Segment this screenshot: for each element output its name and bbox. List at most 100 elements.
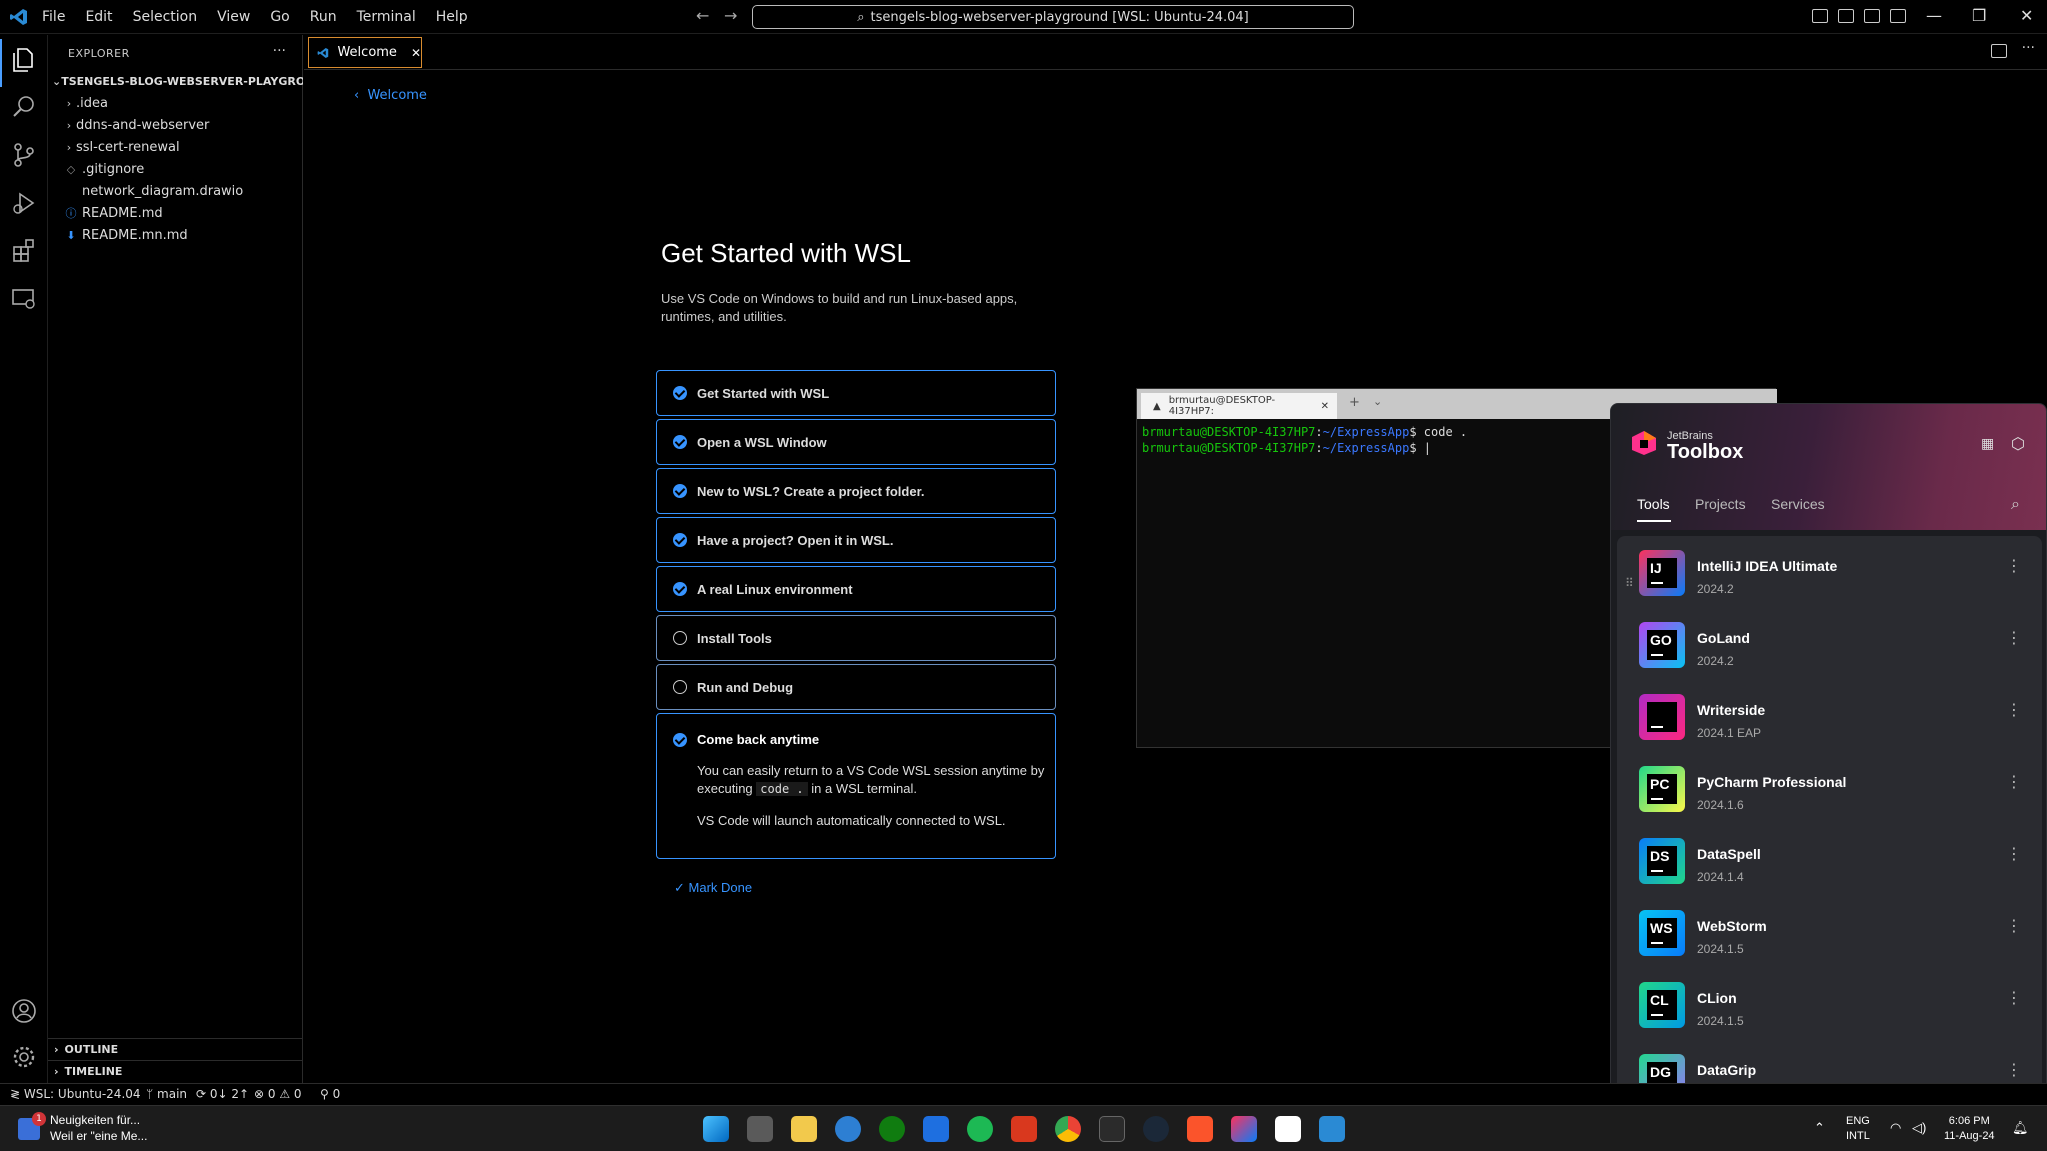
search-icon[interactable]: ⌕ <box>2011 494 2020 514</box>
chrome-icon[interactable] <box>1055 1116 1081 1142</box>
menu-terminal[interactable]: Terminal <box>347 9 426 25</box>
close-window-icon[interactable]: ✕ <box>2020 6 2033 25</box>
tree-item-readme-mn[interactable]: ⬇ README.mn.md <box>48 224 303 246</box>
toolbox-tool-row[interactable]: WS WebStorm 2024.1.5 ⋮ <box>1617 896 2042 968</box>
kebab-menu-icon[interactable]: ⋮ <box>2006 1060 2022 1079</box>
tree-item-ddns-and-webserver[interactable]: › ddns-and-webserver <box>48 114 303 136</box>
settings-hexagon-icon[interactable]: ⬡ <box>2011 434 2025 453</box>
menu-run[interactable]: Run <box>300 9 347 25</box>
ports-indicator[interactable]: ⚲ 0 <box>320 1087 340 1101</box>
kebab-menu-icon[interactable]: ⋮ <box>2006 916 2022 935</box>
terminal-app-icon[interactable] <box>1099 1116 1125 1142</box>
tree-item-gitignore[interactable]: ◇ .gitignore <box>48 158 303 180</box>
steam-icon[interactable] <box>1143 1116 1169 1142</box>
extensions-icon[interactable] <box>10 237 38 265</box>
clock[interactable]: 6:06 PM 11-Aug-24 <box>1944 1114 1995 1144</box>
search-view-icon[interactable] <box>10 93 38 121</box>
jetbrains-toolbox-taskbar-icon[interactable] <box>1231 1116 1257 1142</box>
toolbox-tool-row[interactable]: PC PyCharm Professional 2024.1.6 ⋮ <box>1617 752 2042 824</box>
vscode-taskbar-icon[interactable] <box>1319 1116 1345 1142</box>
back-arrow-icon[interactable]: ← <box>696 6 709 25</box>
document-app-icon[interactable] <box>1275 1116 1301 1142</box>
command-center-search[interactable]: ⌕ tsengels-blog-webserver-playground [WS… <box>752 5 1354 29</box>
language-indicator[interactable]: ENG INTL <box>1846 1114 1870 1144</box>
toggle-primary-sidebar-icon[interactable] <box>1812 9 1828 23</box>
volume-icon[interactable]: ◁) <box>1912 1120 1926 1135</box>
toolbox-tool-row[interactable]: CL CLion 2024.1.5 ⋮ <box>1617 968 2042 1040</box>
minimize-icon[interactable]: — <box>1926 6 1942 25</box>
menu-help[interactable]: Help <box>426 9 478 25</box>
remote-indicator[interactable]: ≷ WSL: Ubuntu-24.04 <box>10 1087 141 1101</box>
step-run-and-debug[interactable]: Run and Debug <box>656 664 1056 710</box>
spotify-icon[interactable] <box>967 1116 993 1142</box>
more-actions-icon[interactable]: ··· <box>273 43 286 59</box>
kebab-menu-icon[interactable]: ⋮ <box>2006 556 2022 575</box>
step-get-started[interactable]: Get Started with WSL <box>656 370 1056 416</box>
outline-section[interactable]: › OUTLINE <box>48 1038 303 1060</box>
customize-layout-icon[interactable] <box>1890 9 1906 23</box>
kebab-menu-icon[interactable]: ⋮ <box>2006 844 2022 863</box>
toolbox-tool-row[interactable]: IJ IntelliJ IDEA Ultimate 2024.2 ⋮ <box>1617 536 2042 608</box>
kebab-menu-icon[interactable]: ⋮ <box>2006 988 2022 1007</box>
sync-indicator[interactable]: ⟳ 0↓ 2↑ <box>196 1087 249 1101</box>
close-tab-icon[interactable]: ✕ <box>411 46 421 60</box>
restore-icon[interactable]: ❐ <box>1972 6 1986 25</box>
welcome-back-link[interactable]: ‹ Welcome <box>354 88 427 103</box>
brave-browser-icon[interactable] <box>1187 1116 1213 1142</box>
step-open-wsl-window[interactable]: Open a WSL Window <box>656 419 1056 465</box>
explorer-icon[interactable] <box>10 45 38 73</box>
timeline-section[interactable]: › TIMELINE <box>48 1060 303 1082</box>
chevron-up-icon[interactable]: ⌃ <box>1814 1120 1825 1135</box>
kebab-menu-icon[interactable]: ⋮ <box>2006 700 2022 719</box>
accounts-icon[interactable] <box>10 997 38 1025</box>
step-open-in-wsl[interactable]: Have a project? Open it in WSL. <box>656 517 1056 563</box>
menu-go[interactable]: Go <box>260 9 299 25</box>
tool-app-icon[interactable] <box>1011 1116 1037 1142</box>
kebab-menu-icon[interactable]: ⋮ <box>2006 628 2022 647</box>
toggle-panel-icon[interactable] <box>1838 9 1854 23</box>
forward-arrow-icon[interactable]: → <box>724 6 737 25</box>
step-install-tools[interactable]: Install Tools <box>656 615 1056 661</box>
tab-welcome[interactable]: Welcome ✕ <box>308 37 422 68</box>
menu-file[interactable]: File <box>32 9 75 25</box>
file-explorer-icon[interactable] <box>791 1116 817 1142</box>
tree-item-readme[interactable]: ⓘ README.md <box>48 202 303 224</box>
more-actions-icon[interactable]: ··· <box>2022 40 2035 56</box>
toolbox-tool-row[interactable]: Writerside 2024.1 EAP ⋮ <box>1617 680 2042 752</box>
toolbox-tool-row[interactable]: DS DataSpell 2024.1.4 ⋮ <box>1617 824 2042 896</box>
toolbox-tab-tools[interactable]: Tools <box>1637 496 1670 512</box>
step-linux-environment[interactable]: A real Linux environment <box>656 566 1056 612</box>
edge-browser-icon[interactable] <box>835 1116 861 1142</box>
split-editor-icon[interactable] <box>1991 44 2007 58</box>
menu-view[interactable]: View <box>207 9 260 25</box>
toolbox-tab-projects[interactable]: Projects <box>1695 496 1746 512</box>
news-widget[interactable]: Neuigkeiten für... Weil er "eine Me... <box>16 1112 186 1144</box>
mark-done-button[interactable]: ✓ Mark Done <box>674 880 752 896</box>
start-windows-icon[interactable] <box>703 1116 729 1142</box>
menu-selection[interactable]: Selection <box>123 9 208 25</box>
wifi-icon[interactable]: ◠ <box>1890 1120 1901 1135</box>
toggle-secondary-sidebar-icon[interactable] <box>1864 9 1880 23</box>
kebab-menu-icon[interactable]: ⋮ <box>2006 772 2022 791</box>
toolbox-tool-row[interactable]: GO GoLand 2024.2 ⋮ <box>1617 608 2042 680</box>
gift-icon[interactable]: ▦ <box>1981 436 1994 452</box>
manage-gear-icon[interactable] <box>10 1043 38 1071</box>
step-create-project-folder[interactable]: New to WSL? Create a project folder. <box>656 468 1056 514</box>
tree-item-idea[interactable]: › .idea <box>48 92 303 114</box>
source-control-icon[interactable] <box>10 141 38 169</box>
problems-indicator[interactable]: ⊗ 0 ⚠ 0 <box>254 1087 302 1101</box>
notification-bell-icon[interactable]: 🔔︎ <box>2012 1120 2029 1135</box>
branch-indicator[interactable]: ᛘ main <box>146 1087 187 1101</box>
workspace-root[interactable]: ⌄ TSENGELS-BLOG-WEBSERVER-PLAYGROUN... <box>48 70 303 92</box>
menu-edit[interactable]: Edit <box>75 9 122 25</box>
todo-app-icon[interactable] <box>923 1116 949 1142</box>
tree-item-ssl-cert-renewal[interactable]: › ssl-cert-renewal <box>48 136 303 158</box>
xbox-icon[interactable] <box>879 1116 905 1142</box>
run-debug-icon[interactable] <box>10 189 38 217</box>
vscode-logo-icon[interactable] <box>9 7 29 27</box>
step-come-back-anytime[interactable]: Come back anytime You can easily return … <box>656 713 1056 859</box>
task-view-icon[interactable] <box>747 1116 773 1142</box>
toolbox-tab-services[interactable]: Services <box>1771 496 1825 512</box>
remote-explorer-icon[interactable] <box>10 285 38 313</box>
tree-item-network-diagram[interactable]: network_diagram.drawio <box>48 180 303 202</box>
